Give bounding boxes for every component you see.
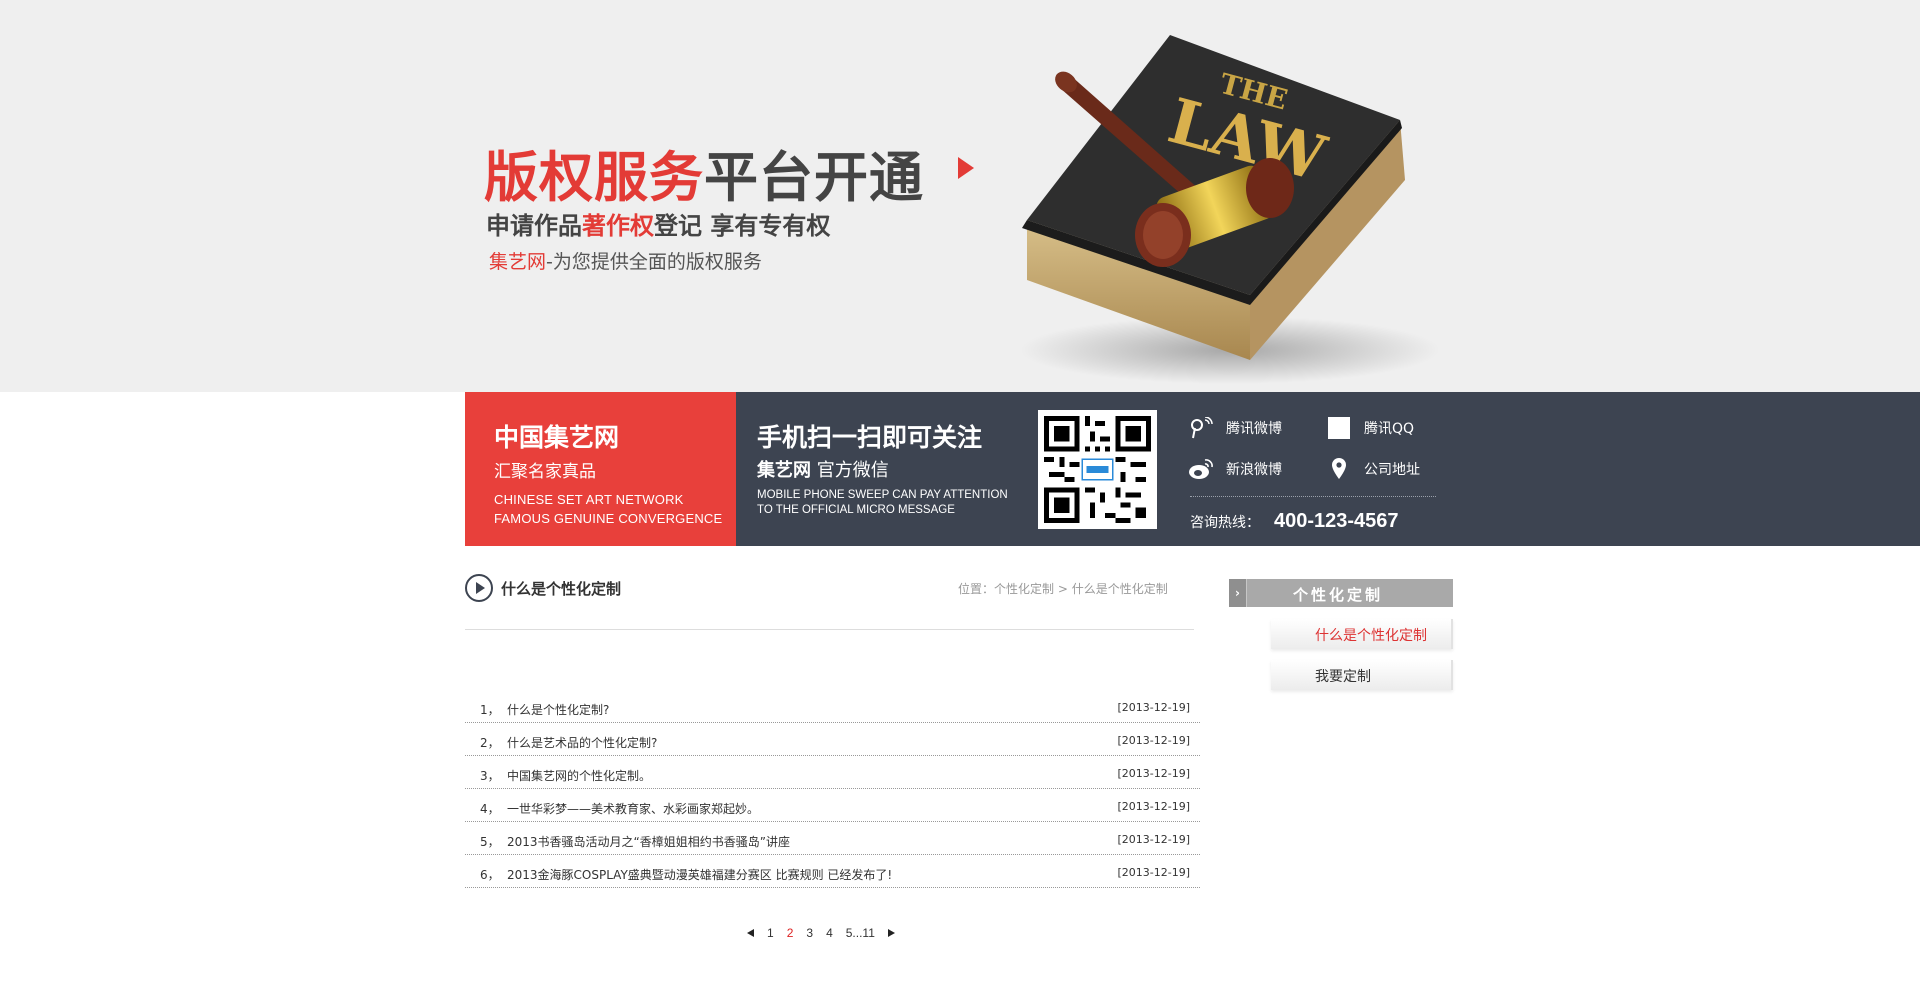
breadcrumb-link-current[interactable]: 什么是个性化定制 xyxy=(1072,582,1168,596)
page-link-1[interactable]: 1 xyxy=(767,926,774,940)
scan-title: 手机扫一扫即可关注 xyxy=(757,423,983,452)
sina-weibo-icon xyxy=(1188,458,1214,480)
list-item-date: [2013-12-19] xyxy=(1117,800,1190,813)
tencent-weibo-label: 腾讯微博 xyxy=(1226,421,1282,437)
list-item[interactable]: 6， 2013金海豚COSPLAY盛典暨动漫英雄福建分赛区 比赛规则 已经发布了… xyxy=(465,855,1200,888)
banner-tagline: 集艺网-为您提供全面的版权服务 xyxy=(489,247,762,274)
sidebar-item-label: 什么是个性化定制 xyxy=(1315,628,1427,644)
banner-sub-red: 著作权 xyxy=(582,212,654,240)
list-item-index: 4， xyxy=(480,802,500,816)
list-item-date: [2013-12-19] xyxy=(1117,767,1190,780)
section-header: 什么是个性化定制 xyxy=(465,574,621,602)
scan-subtitle: 集艺网 官方微信 xyxy=(757,456,1057,482)
prev-page-icon[interactable] xyxy=(747,929,754,937)
breadcrumb-prefix: 位置： xyxy=(958,582,995,596)
brand-slogan: 汇聚名家真品 xyxy=(494,462,596,482)
sidebar-item-label: 我要定制 xyxy=(1315,669,1371,685)
list-item-title[interactable]: 什么是艺术品的个性化定制? xyxy=(507,734,657,751)
list-item-index: 6， xyxy=(480,868,500,882)
list-item-index: 1， xyxy=(480,703,500,717)
chevron-right-icon: › xyxy=(1229,579,1247,607)
list-item-title[interactable]: 2013金海豚COSPLAY盛典暨动漫英雄福建分赛区 比赛规则 已经发布了! xyxy=(507,866,892,883)
hotline-number: 400-123-4567 xyxy=(1274,510,1399,532)
page-link-4[interactable]: 4 xyxy=(826,926,833,940)
brand-english-line1: CHINESE SET ART NETWORK xyxy=(494,492,684,507)
banner-tagline-brand: 集艺网 xyxy=(489,251,547,273)
location-pin-icon xyxy=(1326,458,1352,480)
page-link-ellipsis[interactable]: 5...11 xyxy=(846,926,875,940)
sina-weibo-label: 新浪微博 xyxy=(1226,462,1282,478)
list-item-index: 3， xyxy=(480,769,500,783)
scan-english-line1: MOBILE PHONE SWEEP CAN PAY ATTENTION xyxy=(757,489,1008,501)
banner-tagline-text: -为您提供全面的版权服务 xyxy=(546,251,762,273)
scan-subtitle-brand: 集艺网 xyxy=(757,460,811,481)
breadcrumb: 位置：个性化定制 > 什么是个性化定制 xyxy=(958,580,1168,597)
sina-weibo-link[interactable]: 新浪微博 xyxy=(1188,458,1282,480)
tencent-qq-label: 腾讯QQ xyxy=(1364,421,1415,437)
breadcrumb-link-category[interactable]: 个性化定制 xyxy=(994,582,1054,596)
page-link-3[interactable]: 3 xyxy=(806,926,813,940)
divider xyxy=(1190,496,1436,497)
hero-banner: 版权服务平台开通 申请作品著作权登记 享有专有权 集艺网-为您提供全面的版权服务… xyxy=(0,0,1920,392)
qq-icon xyxy=(1326,417,1352,439)
banner-subtitle: 申请作品著作权登记 享有专有权 xyxy=(486,206,830,241)
page-link-current[interactable]: 2 xyxy=(787,926,794,940)
breadcrumb-separator: > xyxy=(1057,582,1068,596)
banner-title-dark: 平台开通 xyxy=(704,146,924,209)
section-divider xyxy=(465,629,1194,630)
wechat-qr-code xyxy=(1038,410,1157,529)
brand-english: CHINESE SET ART NETWORK FAMOUS GENUINE C… xyxy=(494,490,722,528)
brand-english-line2: FAMOUS GENUINE CONVERGENCE xyxy=(494,511,723,526)
info-bar-spacer xyxy=(0,392,465,546)
scan-english-line2: TO THE OFFICIAL MICRO MESSAGE xyxy=(757,504,955,516)
scan-english: MOBILE PHONE SWEEP CAN PAY ATTENTION TO … xyxy=(757,488,1017,518)
pagination: 1 2 3 4 5...11 xyxy=(747,926,895,940)
sidebar-heading-label: 个性化定制 xyxy=(1293,586,1384,604)
play-arrow-icon[interactable] xyxy=(958,157,974,179)
page-title: 什么是个性化定制 xyxy=(501,579,622,598)
hotline: 咨询热线： 400-123-4567 xyxy=(1190,510,1399,533)
article-list: 1， 什么是个性化定制? [2013-12-19] 2， 什么是艺术品的个性化定… xyxy=(465,690,1200,888)
list-item[interactable]: 4， 一世华彩梦——美术教育家、水彩画家郑起妙。 [2013-12-19] xyxy=(465,789,1200,822)
sidebar-item-what-is-custom[interactable]: 什么是个性化定制 xyxy=(1271,619,1453,649)
list-item-date: [2013-12-19] xyxy=(1117,866,1190,879)
list-item-index: 5， xyxy=(480,835,500,849)
brand-box: 中国集艺网 汇聚名家真品 CHINESE SET ART NETWORK FAM… xyxy=(465,392,736,546)
company-address-label: 公司地址 xyxy=(1364,462,1420,478)
law-book-gavel-image: THE LAW xyxy=(1020,35,1440,384)
tencent-weibo-icon xyxy=(1188,417,1214,439)
list-item[interactable]: 5， 2013书香骚岛活动月之“香樟姐姐相约书香骚岛”讲座 [2013-12-1… xyxy=(465,822,1200,855)
tencent-qq-link[interactable]: 腾讯QQ xyxy=(1326,417,1414,439)
scan-subtitle-text: 官方微信 xyxy=(811,460,889,481)
banner-sub-suffix: 登记 享有专有权 xyxy=(654,212,831,240)
list-item-date: [2013-12-19] xyxy=(1117,701,1190,714)
hotline-label: 咨询热线： xyxy=(1190,515,1260,531)
tencent-weibo-link[interactable]: 腾讯微博 xyxy=(1188,417,1282,439)
list-item[interactable]: 2， 什么是艺术品的个性化定制? [2013-12-19] xyxy=(465,723,1200,756)
list-item-date: [2013-12-19] xyxy=(1117,833,1190,846)
banner-title: 版权服务平台开通 xyxy=(484,133,924,212)
list-item[interactable]: 3， 中国集艺网的个性化定制。 [2013-12-19] xyxy=(465,756,1200,789)
banner-sub-prefix: 申请作品 xyxy=(486,212,582,240)
company-address-link[interactable]: 公司地址 xyxy=(1326,458,1420,480)
list-item-index: 2， xyxy=(480,736,500,750)
list-item-date: [2013-12-19] xyxy=(1117,734,1190,747)
list-item-title[interactable]: 什么是个性化定制? xyxy=(507,701,609,718)
sidebar-heading: › 个性化定制 xyxy=(1229,579,1453,607)
list-item-title[interactable]: 2013书香骚岛活动月之“香樟姐姐相约书香骚岛”讲座 xyxy=(507,833,790,850)
play-circle-icon xyxy=(465,574,493,602)
list-item-title[interactable]: 中国集艺网的个性化定制。 xyxy=(507,767,651,784)
next-page-icon[interactable] xyxy=(887,929,895,937)
list-item-title[interactable]: 一世华彩梦——美术教育家、水彩画家郑起妙。 xyxy=(507,800,759,817)
sidebar-item-order-custom[interactable]: 我要定制 xyxy=(1271,660,1453,690)
list-item[interactable]: 1， 什么是个性化定制? [2013-12-19] xyxy=(465,690,1200,723)
banner-title-red: 版权服务 xyxy=(484,146,704,209)
brand-name: 中国集艺网 xyxy=(494,423,620,452)
